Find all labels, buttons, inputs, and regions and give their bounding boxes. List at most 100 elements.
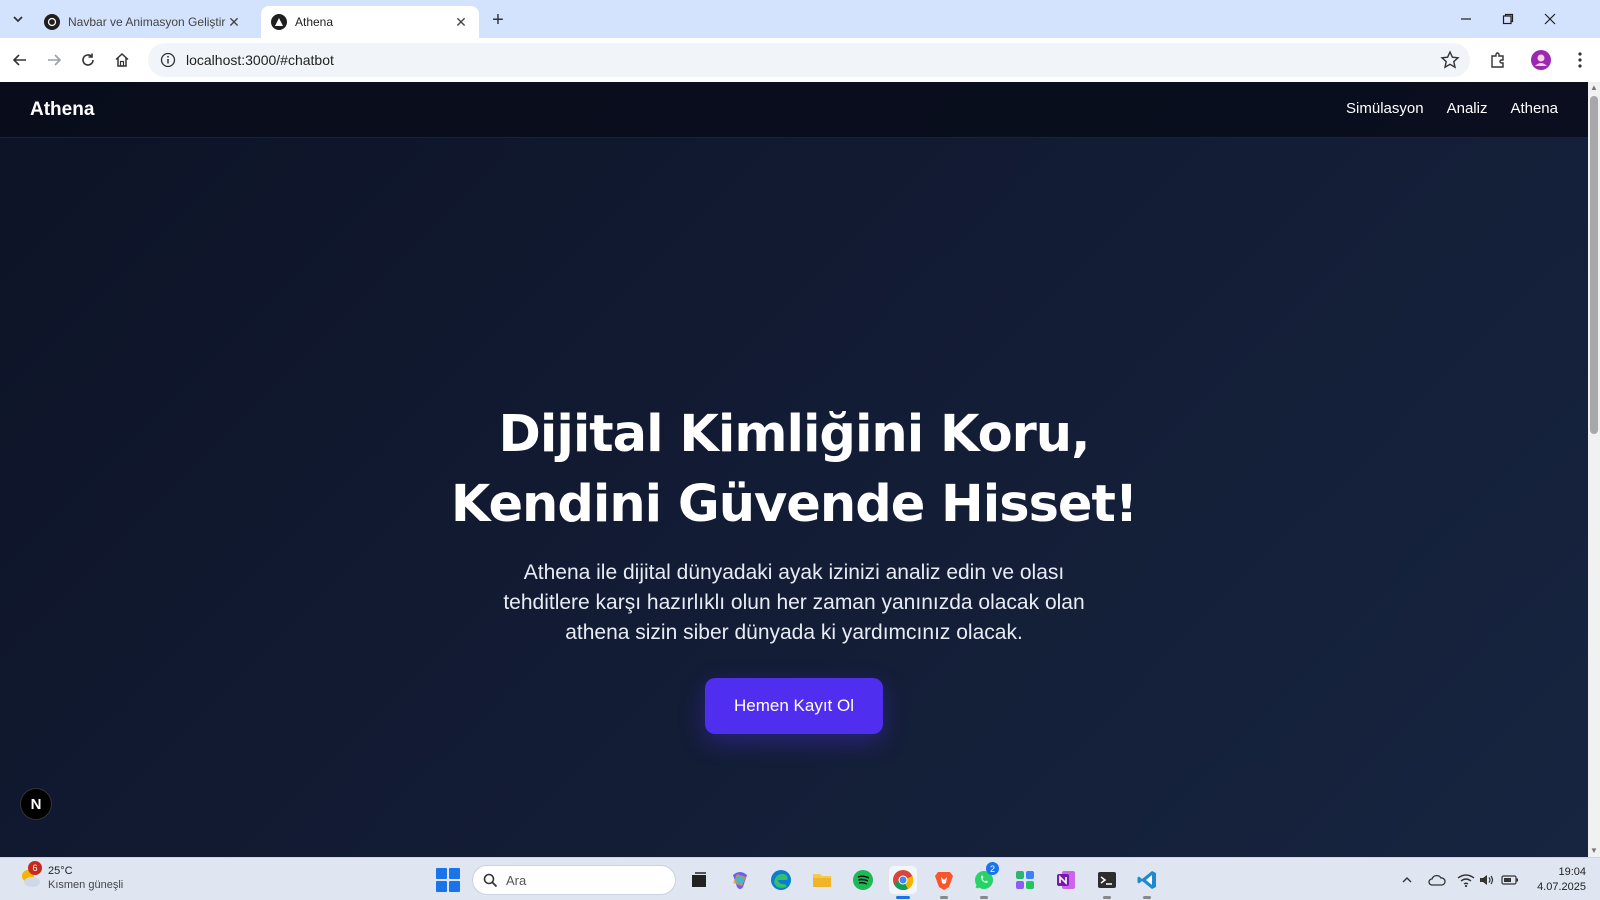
athena-favicon-icon xyxy=(271,14,287,30)
home-icon xyxy=(115,52,129,67)
browser-menu-button[interactable] xyxy=(1566,46,1594,74)
tab-title: Athena xyxy=(295,15,334,29)
onenote-icon xyxy=(1057,871,1075,889)
nav-link-analiz[interactable]: Analiz xyxy=(1447,100,1488,117)
browser-tab-athena[interactable]: Athena ✕ xyxy=(261,6,479,38)
nav-link-athena[interactable]: Athena xyxy=(1510,100,1558,117)
nextjs-dev-badge[interactable]: N xyxy=(20,788,52,820)
site-brand[interactable]: Athena xyxy=(30,99,94,121)
taskbar-chrome[interactable] xyxy=(889,866,917,899)
browser-tab-strip: Navbar ve Animasyon Geliştirm ✕ Athena ✕… xyxy=(0,0,1600,38)
browser-tab-navbar[interactable]: Navbar ve Animasyon Geliştirm ✕ xyxy=(34,6,252,38)
tray-volume[interactable] xyxy=(1477,870,1497,890)
forward-button[interactable] xyxy=(40,46,68,74)
restore-icon xyxy=(1502,13,1514,25)
windows-taskbar: 6 25°C Kısmen güneşli Ara 2 19:04 4.07.2… xyxy=(0,857,1600,900)
tray-onedrive[interactable] xyxy=(1427,870,1447,890)
weather-condition: Kısmen güneşli xyxy=(48,879,124,891)
close-window-button[interactable] xyxy=(1528,4,1572,34)
url-text: localhost:3000/#chatbot xyxy=(186,52,334,68)
battery-icon xyxy=(1501,875,1518,885)
taskbar-brave[interactable] xyxy=(930,866,958,899)
hero-title-line2: Kendini Güvende Hisset! xyxy=(450,475,1138,534)
taskbar-copilot[interactable] xyxy=(726,866,754,894)
tray-battery[interactable] xyxy=(1500,870,1520,890)
site-info-icon[interactable] xyxy=(158,50,178,70)
new-tab-button[interactable]: + xyxy=(486,8,510,32)
hero-title: Dijital Kimliğini Koru, Kendini Güvende … xyxy=(0,400,1588,540)
taskbar-task-view[interactable] xyxy=(685,866,713,894)
taskbar-edge[interactable] xyxy=(767,866,795,894)
taskbar-file-explorer[interactable] xyxy=(808,866,836,894)
whatsapp-notification-badge: 2 xyxy=(986,862,999,875)
show-hidden-icons[interactable] xyxy=(1397,870,1417,890)
minimize-button[interactable] xyxy=(1444,4,1488,34)
close-tab-icon[interactable]: ✕ xyxy=(226,14,242,30)
system-clock[interactable]: 19:04 4.07.2025 xyxy=(1537,865,1586,895)
brave-icon xyxy=(935,872,953,890)
tab-search-button[interactable] xyxy=(6,7,30,31)
taskbar-search[interactable]: Ara xyxy=(472,865,676,895)
task-view-icon xyxy=(692,872,706,887)
restore-button[interactable] xyxy=(1486,4,1530,34)
taskbar-onenote[interactable] xyxy=(1052,866,1080,894)
hero-subtitle: Athena ile dijital dünyadaki ayak iziniz… xyxy=(503,561,1085,644)
site-navbar: Athena Simülasyon Analiz Athena xyxy=(0,82,1588,138)
bookmark-star-icon[interactable] xyxy=(1440,50,1460,70)
arrow-right-icon xyxy=(48,54,62,66)
taskbar-app-grid[interactable] xyxy=(1011,866,1039,894)
chrome-icon xyxy=(893,870,914,891)
reload-button[interactable] xyxy=(74,46,102,74)
vscode-icon xyxy=(1137,871,1156,889)
taskbar-terminal[interactable] xyxy=(1093,866,1121,899)
cloud-icon xyxy=(1428,874,1446,886)
address-bar[interactable]: localhost:3000/#chatbot xyxy=(148,43,1470,77)
scroll-up-icon[interactable]: ▲ xyxy=(1590,84,1598,92)
reload-icon xyxy=(82,53,94,66)
site-nav-links: Simülasyon Analiz Athena xyxy=(1346,100,1558,117)
weather-widget[interactable]: 6 25°C Kısmen güneşli xyxy=(18,861,124,892)
scroll-down-icon[interactable]: ▼ xyxy=(1590,847,1598,855)
home-button[interactable] xyxy=(108,46,136,74)
hero-title-line1: Dijital Kimliğini Koru, xyxy=(498,405,1091,464)
weather-badge: 6 xyxy=(28,861,42,875)
copilot-icon xyxy=(733,872,747,889)
profile-button[interactable] xyxy=(1527,46,1555,74)
volume-icon xyxy=(1480,875,1494,885)
scrollbar-thumb[interactable] xyxy=(1590,96,1598,434)
taskbar-vscode[interactable] xyxy=(1133,866,1161,899)
arrow-left-icon xyxy=(12,54,26,66)
start-button[interactable] xyxy=(436,868,460,892)
browser-toolbar: localhost:3000/#chatbot xyxy=(0,38,1600,82)
partly-sunny-icon: 6 xyxy=(18,861,42,890)
nav-link-simulasyon[interactable]: Simülasyon xyxy=(1346,100,1424,117)
app-grid-icon xyxy=(1016,871,1034,889)
weather-temp: 25°C xyxy=(48,865,73,877)
search-placeholder: Ara xyxy=(506,872,527,888)
terminal-icon xyxy=(1098,872,1116,888)
puzzle-icon xyxy=(1491,52,1504,68)
clock-time: 19:04 xyxy=(1558,866,1586,878)
taskbar-whatsapp[interactable]: 2 xyxy=(970,862,999,899)
minimize-icon xyxy=(1461,18,1471,20)
wifi-icon xyxy=(1457,874,1475,887)
close-tab-icon[interactable]: ✕ xyxy=(453,14,469,30)
page-scrollbar[interactable]: ▲ ▼ xyxy=(1588,82,1600,857)
tab-title: Navbar ve Animasyon Geliştirm xyxy=(68,15,226,29)
search-icon xyxy=(483,873,498,887)
back-button[interactable] xyxy=(6,46,34,74)
tray-wifi[interactable] xyxy=(1456,870,1476,890)
close-icon xyxy=(1544,13,1556,25)
more-vertical-icon xyxy=(1578,52,1582,68)
chevron-up-icon xyxy=(1402,877,1412,883)
folder-icon xyxy=(813,874,831,887)
spotify-icon xyxy=(853,870,873,890)
clock-date: 4.07.2025 xyxy=(1537,881,1586,893)
hero-section: Dijital Kimliğini Koru, Kendini Güvende … xyxy=(0,400,1588,734)
windows-logo-icon xyxy=(436,868,447,879)
avatar xyxy=(1531,50,1551,70)
signup-button[interactable]: Hemen Kayıt Ol xyxy=(705,678,883,734)
edge-icon xyxy=(771,870,791,890)
taskbar-spotify[interactable] xyxy=(849,866,877,894)
extensions-button[interactable] xyxy=(1484,46,1512,74)
